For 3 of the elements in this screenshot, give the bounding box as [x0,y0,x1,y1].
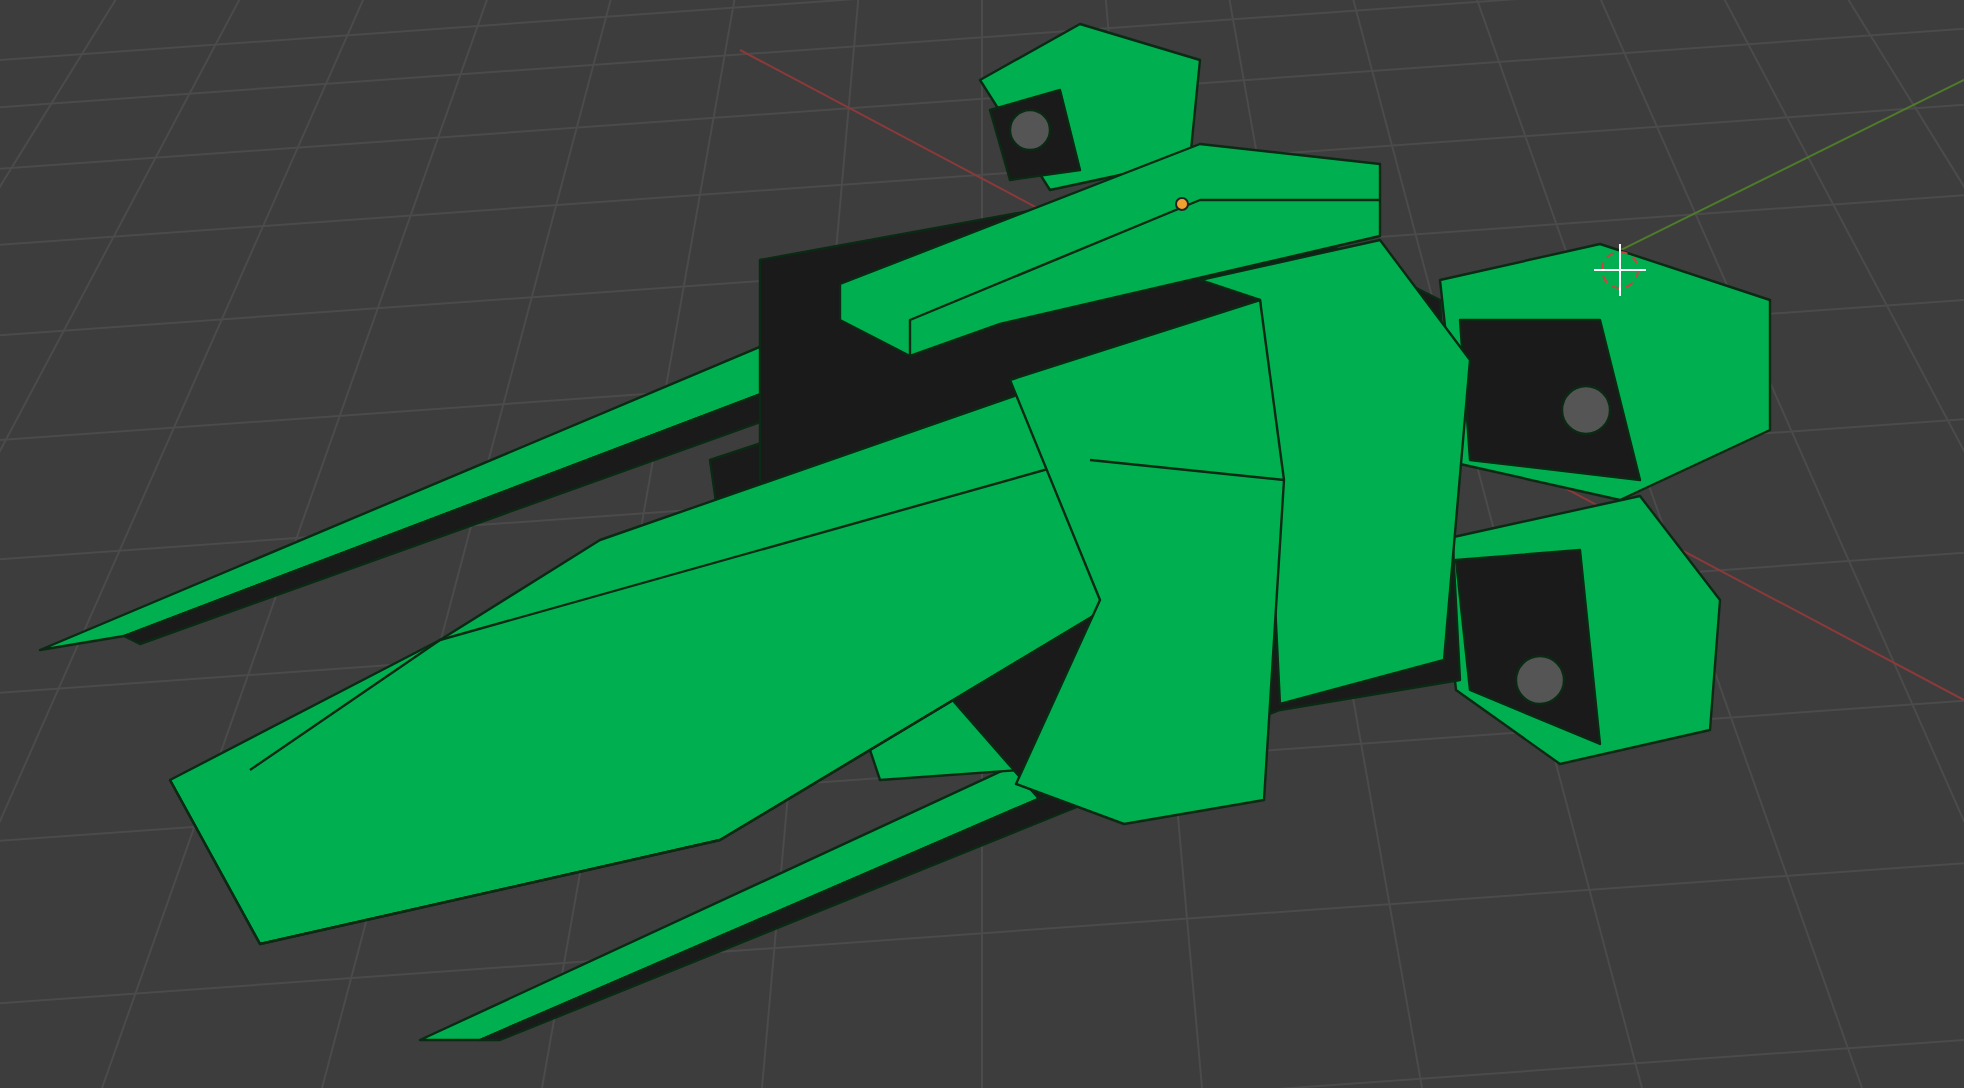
3d-viewport[interactable] [0,0,1964,1088]
cursor-crosshair-icon [1593,243,1647,297]
origin-dot [1175,197,1189,211]
